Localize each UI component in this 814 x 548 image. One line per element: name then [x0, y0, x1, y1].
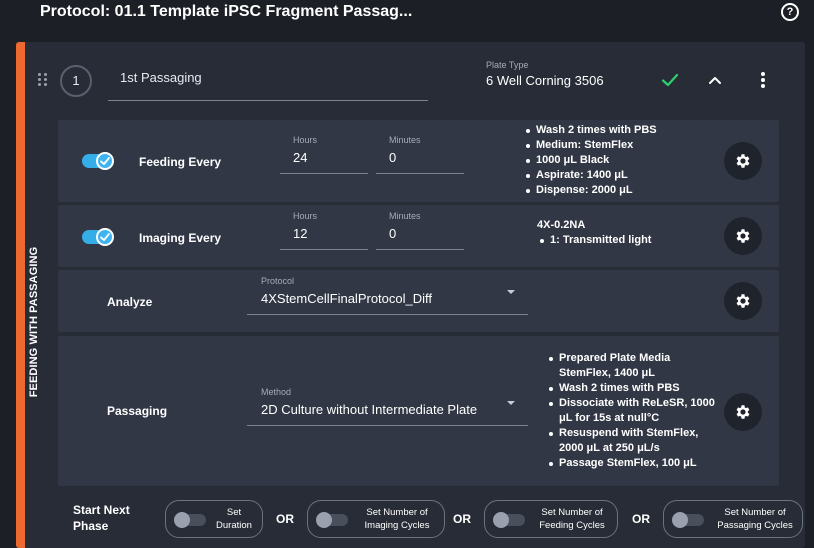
passaging-method-select[interactable]: 2D Culture without Intermediate Plate [261, 402, 477, 417]
passaging-summary-item: Prepared Plate Media StemFlex, 1400 μL [548, 351, 723, 381]
chevron-down-icon[interactable] [507, 290, 515, 294]
plate-type-value[interactable]: 6 Well Corning 3506 [486, 73, 604, 88]
set-imaging-cycles-line2: Imaging Cycles [364, 520, 430, 531]
top-bar: Protocol: 01.1 Template iPSC Fragment Pa… [0, 0, 814, 30]
set-passaging-cycles-toggle[interactable] [672, 512, 704, 528]
feeding-minutes-input[interactable]: 0 [389, 150, 396, 165]
passaging-method-label: Method [261, 387, 292, 397]
analyze-settings-button[interactable] [724, 282, 762, 320]
drag-handle-icon[interactable] [38, 73, 48, 87]
feeding-summary-item: Dispense: 2000 μL [525, 183, 755, 198]
feeding-minutes-underline [376, 173, 464, 174]
set-duration-toggle[interactable] [174, 512, 206, 528]
help-icon[interactable]: ? [781, 3, 799, 21]
phase-card: 1 1st Passaging Plate Type 6 Well Cornin… [16, 42, 805, 548]
start-next-phase-line2: Phase [73, 519, 109, 533]
feeding-summary-item: Aspirate: 1400 μL [525, 168, 755, 183]
set-passaging-cycles-line2: Passaging Cycles [717, 520, 793, 531]
feeding-summary-item: 1000 μL Black [525, 153, 755, 168]
set-duration-text: Set Duration [212, 506, 256, 532]
feeding-summary-item: Medium: StemFlex [525, 138, 755, 153]
feeding-hours-underline [280, 173, 368, 174]
set-feeding-cycles-option[interactable]: Set Number of Feeding Cycles [484, 500, 618, 538]
feeding-hours-input[interactable]: 24 [293, 150, 307, 165]
toggle-knob [96, 228, 114, 246]
set-feeding-cycles-line2: Feeding Cycles [539, 520, 605, 531]
feeding-hours-label: Hours [293, 135, 318, 145]
or-label: OR [453, 512, 471, 526]
feeding-minutes-label: Minutes [389, 135, 421, 145]
imaging-row: Imaging Every Hours 12 Minutes 0 4X-0.2N… [58, 205, 779, 267]
or-label: OR [276, 512, 294, 526]
set-feeding-cycles-line1: Set Number of [541, 507, 603, 518]
feeding-summary-item: Wash 2 times with PBS [525, 123, 755, 138]
passaging-summary-item: Passage StemFlex, 100 μL [548, 456, 723, 471]
start-next-phase-label: Start Next Phase [73, 502, 130, 534]
imaging-settings-button[interactable] [724, 217, 762, 255]
set-duration-line2: Duration [216, 520, 252, 531]
analyze-protocol-underline [247, 314, 528, 315]
check-icon [100, 233, 110, 241]
feeding-row: Feeding Every Hours 24 Minutes 0 Wash 2 … [58, 120, 779, 202]
start-next-phase-line1: Start Next [73, 503, 130, 517]
plate-type-label: Plate Type [486, 60, 529, 70]
set-imaging-cycles-option[interactable]: Set Number of Imaging Cycles [307, 500, 445, 538]
passaging-settings-button[interactable] [724, 393, 762, 431]
gear-icon [736, 405, 750, 419]
set-feeding-cycles-text: Set Number of Feeding Cycles [529, 506, 615, 532]
imaging-summary: 4X-0.2NA 1: Transmitted light [537, 218, 737, 248]
or-label: OR [632, 512, 650, 526]
imaging-label: Imaging Every [139, 231, 222, 245]
phase-type-label: FEEDING WITH PASSAGING [28, 246, 40, 398]
phase-name-input[interactable]: 1st Passaging [108, 60, 428, 101]
set-imaging-cycles-text: Set Number of Imaging Cycles [352, 506, 442, 532]
toggle-knob [96, 152, 114, 170]
set-duration-line1: Set [226, 507, 242, 518]
imaging-summary-item: 1: Transmitted light [539, 233, 737, 248]
set-feeding-cycles-toggle[interactable] [493, 512, 525, 528]
passaging-label: Passaging [107, 404, 168, 418]
chevron-down-icon[interactable] [507, 401, 515, 405]
set-passaging-cycles-text: Set Number of Passaging Cycles [708, 506, 802, 532]
gear-icon [736, 229, 750, 243]
more-options-icon[interactable] [760, 72, 766, 88]
phase-name-value: 1st Passaging [120, 70, 202, 85]
imaging-minutes-underline [376, 249, 464, 250]
feeding-summary: Wash 2 times with PBS Medium: StemFlex 1… [525, 123, 755, 198]
set-duration-option[interactable]: Set Duration [165, 500, 263, 538]
gear-icon [736, 294, 750, 308]
check-icon [100, 157, 110, 165]
page-title: Protocol: 01.1 Template iPSC Fragment Pa… [40, 3, 413, 20]
feeding-label: Feeding Every [139, 155, 222, 169]
feeding-settings-button[interactable] [724, 142, 762, 180]
set-passaging-cycles-line1: Set Number of [724, 507, 786, 518]
analyze-row: Analyze Protocol 4XStemCellFinalProtocol… [58, 270, 779, 332]
gear-icon [736, 154, 750, 168]
chevron-up-icon[interactable] [707, 73, 723, 87]
analyze-label: Analyze [107, 295, 153, 309]
phase-type-label-container: FEEDING WITH PASSAGING [24, 222, 44, 422]
passaging-summary-item: Wash 2 times with PBS [548, 381, 723, 396]
imaging-minutes-input[interactable]: 0 [389, 226, 396, 241]
imaging-toggle[interactable] [82, 228, 114, 246]
passaging-row: Passaging Method 2D Culture without Inte… [58, 336, 779, 486]
passaging-summary-item: Resuspend with StemFlex, 2000 μL at 250 … [548, 426, 723, 456]
imaging-hours-underline [280, 249, 368, 250]
passaging-summary: Prepared Plate Media StemFlex, 1400 μL W… [548, 351, 723, 471]
imaging-hours-input[interactable]: 12 [293, 226, 307, 241]
analyze-protocol-select[interactable]: 4XStemCellFinalProtocol_Diff [261, 291, 432, 306]
set-imaging-cycles-line1: Set Number of [366, 507, 428, 518]
analyze-protocol-label: Protocol [261, 276, 295, 286]
imaging-minutes-label: Minutes [389, 211, 421, 221]
passaging-summary-item: Dissociate with ReLeSR, 1000 μL for 15s … [548, 396, 723, 426]
set-imaging-cycles-toggle[interactable] [316, 512, 348, 528]
check-icon[interactable] [661, 71, 679, 89]
feeding-toggle[interactable] [82, 152, 114, 170]
phase-number: 1 [60, 65, 92, 97]
imaging-summary-title: 4X-0.2NA [537, 219, 586, 231]
passaging-method-underline [247, 425, 528, 426]
set-passaging-cycles-option[interactable]: Set Number of Passaging Cycles [663, 500, 803, 538]
imaging-hours-label: Hours [293, 211, 318, 221]
